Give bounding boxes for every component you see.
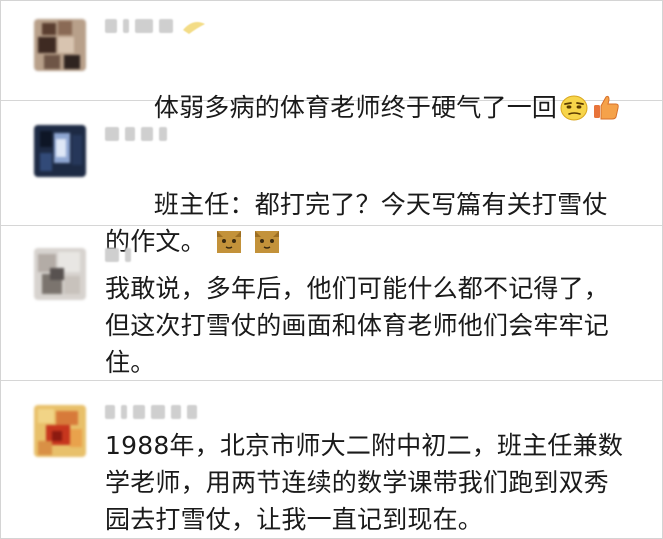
nickname-redacted bbox=[105, 244, 131, 266]
comment-item[interactable]: 1988年，北京市师大二附中初二，班主任兼数学老师，用两节连续的数学课带我们跑到… bbox=[1, 381, 662, 538]
avatar[interactable] bbox=[34, 405, 86, 457]
comment-item[interactable]: 体弱多病的体育老师终于硬气了一回 bbox=[1, 1, 662, 122]
avatar[interactable] bbox=[34, 19, 86, 71]
comment-text: 我敢说，多年后，他们可能什么都不记得了，但这次打雪仗的画面和体育老师他们会牢牢记… bbox=[105, 274, 610, 377]
comment-item[interactable]: 我敢说，多年后，他们可能什么都不记得了，但这次打雪仗的画面和体育老师他们会牢牢记… bbox=[1, 226, 662, 381]
nickname-redacted bbox=[105, 401, 197, 423]
comment-text: 1988年，北京市师大二附中初二，班主任兼数学老师，用两节连续的数学课带我们跑到… bbox=[105, 431, 624, 534]
nickname-redacted bbox=[105, 123, 167, 145]
nickname-redacted bbox=[105, 15, 209, 37]
avatar[interactable] bbox=[34, 248, 86, 300]
avatar[interactable] bbox=[34, 125, 86, 177]
comment-list: 体弱多病的体育老师终于硬气了一回 班主任：都打完了？今天写篇有关打雪仗的作文。 … bbox=[0, 0, 663, 539]
sparkle-icon bbox=[183, 22, 205, 34]
comment-item[interactable]: 班主任：都打完了？今天写篇有关打雪仗的作文。 bbox=[1, 101, 662, 256]
